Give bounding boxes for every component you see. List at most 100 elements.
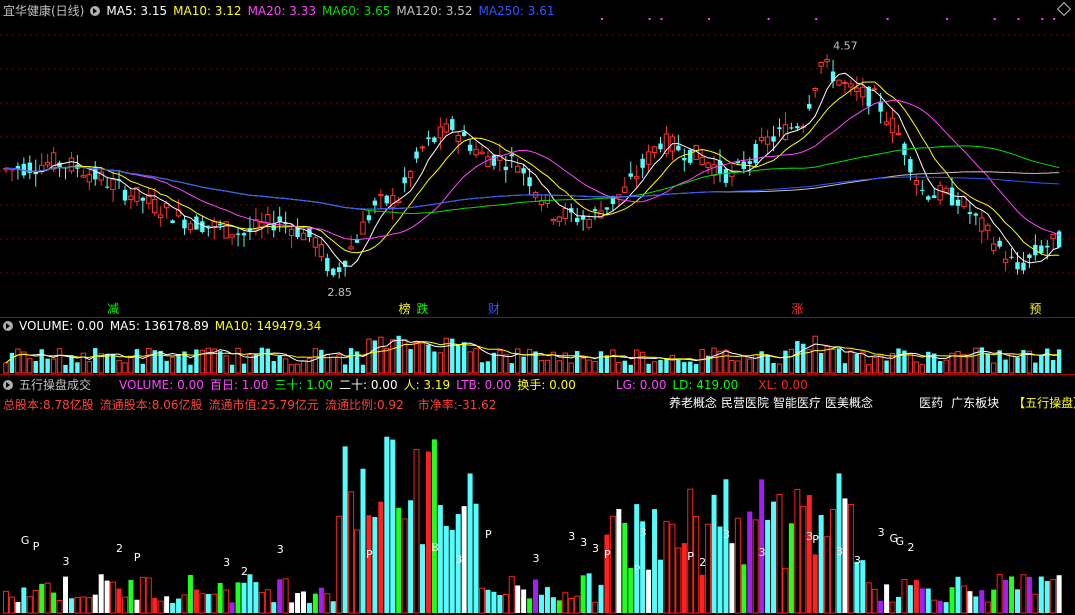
volume-bar — [390, 339, 396, 374]
indicator-bar — [889, 601, 896, 614]
volume-panel[interactable]: VOLUME: 0.00 MA5: 136178.89 MA10: 149479.3… — [0, 318, 1075, 374]
indicator-bar — [348, 491, 355, 614]
volume-bar — [348, 348, 354, 373]
candle-body — [854, 87, 860, 93]
volume-bar — [259, 347, 265, 373]
candle-body — [824, 58, 830, 63]
indicator-mark: 3 — [568, 530, 575, 543]
info-pb: 市净率:-31.62 — [417, 398, 497, 412]
candle-body — [187, 223, 194, 231]
indicator-bar — [747, 511, 753, 613]
indicator-bar — [86, 597, 93, 614]
volume-bar — [699, 349, 705, 374]
indicator-bar — [937, 600, 943, 613]
volume-bar — [586, 359, 592, 374]
indicator-mark: 3 — [878, 526, 885, 539]
volume-bar — [342, 364, 348, 373]
indicator-bar — [830, 509, 837, 614]
tag[interactable]: 广东板块 — [951, 396, 999, 410]
volume-bar — [711, 347, 717, 374]
indicator-bar — [931, 599, 938, 614]
volume-bar — [116, 359, 122, 374]
volume-bar — [467, 351, 473, 374]
indicator-bar — [98, 574, 104, 613]
volume-bar — [1045, 348, 1050, 373]
candle-body — [1027, 254, 1032, 258]
indicator-mark: 3 — [836, 545, 843, 558]
candle-body — [325, 258, 330, 272]
stat-ld: LD: 419.00 — [672, 378, 739, 392]
signal-dot — [1041, 18, 1044, 20]
indicator-bar — [812, 554, 818, 613]
tag[interactable]: 民营医院 — [721, 396, 769, 410]
volume-bar — [836, 348, 842, 373]
indicator-bar — [711, 494, 717, 613]
candle-body — [1021, 262, 1026, 271]
tag[interactable]: 医药 — [919, 396, 943, 410]
volume-bar — [294, 363, 301, 374]
candle-body — [158, 214, 164, 219]
volume-bar — [628, 364, 633, 373]
indicator-bar — [223, 589, 230, 614]
indicator-bar — [925, 588, 931, 613]
indicator-bar — [104, 580, 110, 613]
ma5-line — [5, 72, 1060, 267]
volume-bar — [39, 349, 44, 373]
volume-bar — [926, 351, 931, 373]
indicator-bar — [533, 579, 539, 613]
candle-body — [1039, 245, 1044, 253]
indicator-bar — [907, 585, 913, 613]
candle-body — [747, 161, 752, 164]
info-float-value: 流通市值:25.79亿元 — [208, 398, 319, 412]
volume-bar — [812, 335, 818, 374]
volume-bar — [1008, 353, 1015, 374]
indicator-bar — [3, 590, 9, 614]
candle-body — [676, 145, 681, 151]
candle-body — [949, 187, 955, 206]
indicator-bar — [991, 589, 997, 613]
candle-body — [515, 165, 521, 173]
volume-bar — [134, 349, 140, 373]
candle-body — [645, 151, 652, 165]
candle-body — [705, 162, 711, 168]
candle-body — [44, 161, 51, 166]
tag[interactable]: 养老概念 — [669, 396, 717, 410]
indicator-mark: P — [687, 550, 694, 563]
indicator-panel[interactable]: GP32P323PB3P3333PP3P2333P333GG2 五行操盘成交 VO… — [0, 375, 1075, 615]
tag[interactable]: 医美概念 — [825, 396, 873, 410]
indicator-bar — [187, 575, 193, 613]
indicator-bar — [788, 523, 794, 613]
indicator-bar — [681, 543, 687, 613]
indicator-bar — [776, 493, 783, 614]
candle-body — [509, 154, 514, 157]
special-tag[interactable]: 【五行操盘】 — [1013, 396, 1075, 410]
volume-bar — [575, 351, 580, 373]
indicator-bar — [771, 501, 777, 613]
expand-icon[interactable] — [90, 6, 101, 16]
expand-icon[interactable] — [3, 380, 13, 390]
price-chart-panel[interactable]: 4.57 2.85 减 榜跌 财 涨 预 宜华健康(日线) MA5: 3.15 MA10: 3.… — [0, 0, 1075, 317]
indicator-mark: P — [134, 551, 141, 564]
ma250-label: MA250: 3.61 — [478, 4, 555, 18]
price-chart[interactable]: 4.57 2.85 减 榜跌 财 涨 预 — [0, 0, 1075, 317]
candle-body — [758, 136, 765, 142]
indicator-bar — [342, 446, 348, 613]
volume-bar — [312, 348, 319, 374]
event-label: 预 — [1029, 302, 1041, 316]
indicator-bar — [425, 451, 431, 613]
expand-icon[interactable] — [3, 321, 13, 331]
tag[interactable]: 智能医疗 — [773, 396, 821, 410]
indicator-bar — [289, 602, 295, 613]
stat-20: 二十: 0.00 — [339, 378, 398, 392]
volume-bar — [437, 352, 444, 374]
indicator-bar — [658, 559, 663, 613]
indicator-title: 五行操盘成交 — [19, 378, 92, 392]
indicator-bar — [675, 547, 682, 614]
volume-bar — [413, 342, 420, 374]
candle-body — [110, 179, 116, 191]
event-label: 跌 — [417, 301, 429, 316]
volume-bar — [497, 350, 503, 374]
candle-body — [414, 151, 419, 159]
indicator-bar — [646, 569, 652, 613]
candle-body — [991, 243, 997, 251]
